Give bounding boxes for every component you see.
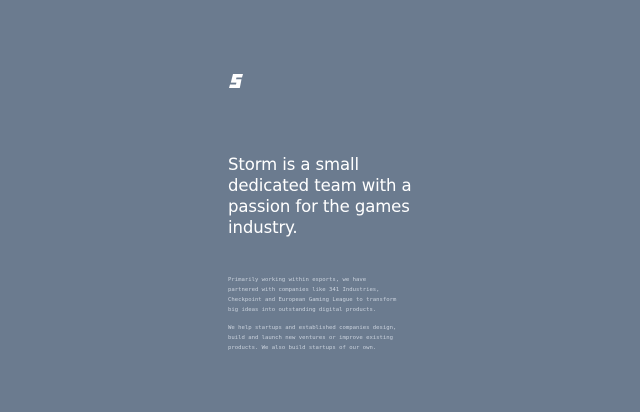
headline-line: passion for the games: [228, 197, 410, 216]
paragraph-line: build and launch new ventures or improve…: [228, 335, 394, 341]
landing-page: Storm is a small dedicated team with a p…: [0, 0, 640, 412]
paragraph-line: Checkpoint and European Gaming League to…: [228, 297, 397, 303]
storm-logo-icon[interactable]: [228, 73, 244, 89]
paragraph-line: Primarily working within esports, we hav…: [228, 277, 367, 283]
headline-line: Storm is a small: [228, 155, 359, 174]
headline-line: industry.: [228, 218, 298, 237]
headline-line: dedicated team with a: [228, 176, 412, 195]
about-paragraph-services: We help startups and established compani…: [228, 323, 428, 353]
about-paragraph-esports: Primarily working within esports, we hav…: [228, 275, 428, 315]
paragraph-line: We help startups and established compani…: [228, 325, 397, 331]
hero-headline: Storm is a small dedicated team with a p…: [228, 154, 448, 238]
paragraph-line: products. We also build startups of our …: [228, 345, 377, 351]
paragraph-line: partnered with companies like 341 Indust…: [228, 287, 380, 293]
paragraph-line: big ideas into outstanding digital produ…: [228, 307, 377, 313]
